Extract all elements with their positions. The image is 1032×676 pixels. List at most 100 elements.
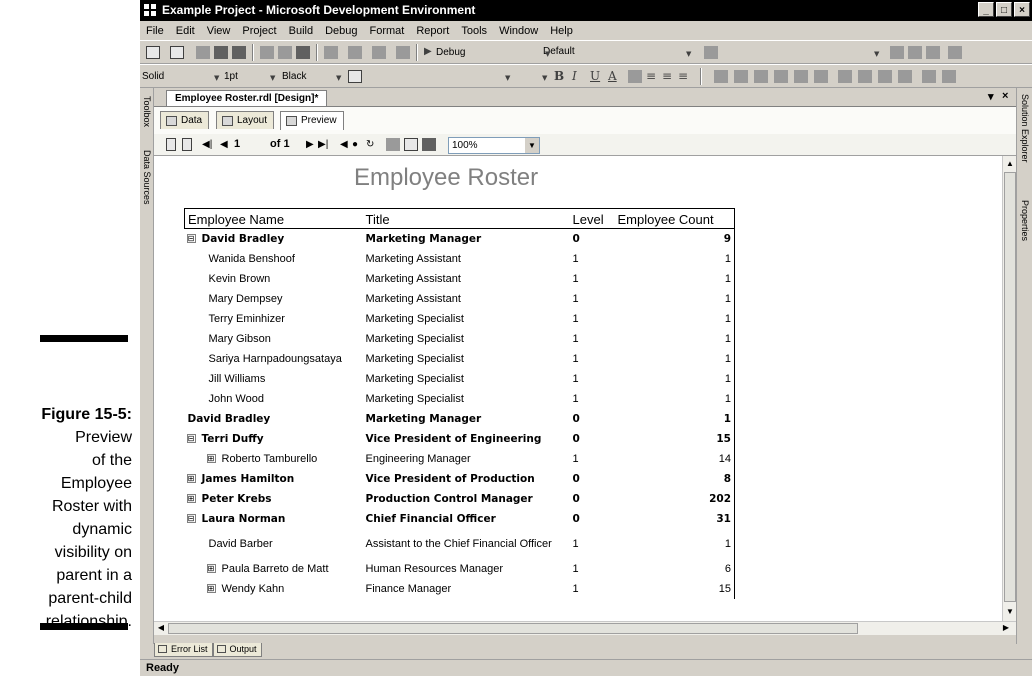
same-width-icon[interactable] [838, 70, 852, 83]
next-page-icon[interactable]: ▶ [306, 139, 314, 150]
font-color-icon[interactable]: A [608, 69, 617, 83]
align-middles-icon[interactable] [794, 70, 808, 83]
document-map-icon[interactable] [166, 138, 176, 151]
parameters-icon[interactable] [182, 138, 192, 151]
redo-icon[interactable] [348, 46, 362, 59]
menu-file[interactable]: File [146, 25, 164, 37]
add-item-icon[interactable] [170, 46, 184, 59]
window-position-icon[interactable]: ▾ [988, 90, 994, 103]
close-document-icon[interactable]: × [1002, 90, 1008, 102]
object-browser-icon[interactable] [948, 46, 962, 59]
solution-config-label[interactable]: Debug [436, 44, 465, 61]
menu-window[interactable]: Window [499, 25, 538, 37]
align-centers-icon[interactable] [734, 70, 748, 83]
navigate-back-icon[interactable] [372, 46, 386, 59]
find-combo[interactable] [724, 44, 876, 61]
menu-report[interactable]: Report [416, 25, 449, 37]
undo-icon[interactable] [324, 46, 338, 59]
tab-output[interactable]: Output [212, 643, 262, 657]
find-icon[interactable] [704, 46, 718, 59]
export-icon[interactable] [422, 138, 436, 151]
solution-explorer-icon[interactable] [890, 46, 904, 59]
align-center-icon[interactable]: ≡ [662, 69, 672, 83]
back-icon[interactable]: ◀ [340, 139, 348, 150]
app-icon[interactable] [144, 4, 157, 17]
find-dropdown-arrow[interactable]: ▼ [874, 49, 879, 58]
new-project-icon[interactable] [146, 46, 160, 59]
zoom-dropdown-arrow[interactable]: ▼ [525, 138, 539, 153]
expand-toggle-icon[interactable]: ⊞ [206, 584, 216, 594]
scroll-up-icon[interactable]: ▲ [1004, 158, 1016, 170]
horizontal-scroll-thumb[interactable] [168, 623, 858, 634]
config-dropdown-arrow[interactable]: ▼ [545, 49, 550, 58]
start-icon[interactable]: ▶ [424, 46, 432, 57]
last-page-icon[interactable]: ▶| [318, 139, 328, 150]
toolbox-tab[interactable]: Toolbox [142, 96, 152, 127]
previous-page-icon[interactable]: ◀ [220, 139, 228, 150]
align-left-icon[interactable]: ≡ [646, 69, 656, 83]
align-bottoms-icon[interactable] [814, 70, 828, 83]
toolbox-icon[interactable] [926, 46, 940, 59]
horizontal-scrollbar[interactable]: ◀ ▶ [154, 621, 1016, 635]
fill-color-icon[interactable] [628, 70, 642, 83]
minimize-button[interactable]: _ [978, 2, 994, 17]
align-rights-icon[interactable] [754, 70, 768, 83]
border-width-combo[interactable]: 1pt [224, 68, 238, 85]
expand-toggle-icon[interactable]: ⊞ [186, 474, 196, 483]
underline-icon[interactable]: U [590, 69, 600, 83]
save-icon[interactable] [214, 46, 228, 59]
properties-icon[interactable] [908, 46, 922, 59]
vertical-scrollbar[interactable]: ▲ ▼ [1002, 156, 1016, 621]
tab-preview[interactable]: Preview [280, 111, 344, 130]
same-size-icon[interactable] [878, 70, 892, 83]
menu-project[interactable]: Project [242, 25, 276, 37]
border-color-combo[interactable]: Black [282, 68, 306, 85]
border-color-arrow[interactable]: ▼ [336, 73, 341, 82]
collapse-toggle-icon[interactable]: ⊟ [186, 514, 196, 523]
tab-layout[interactable]: Layout [216, 111, 275, 129]
refresh-icon[interactable]: ↻ [366, 139, 374, 150]
menu-format[interactable]: Format [370, 25, 405, 37]
print-icon[interactable] [386, 138, 400, 151]
cut-icon[interactable] [260, 46, 274, 59]
size-to-grid-icon[interactable] [898, 70, 912, 83]
platform-dropdown-arrow[interactable]: ▼ [686, 49, 691, 58]
same-height-icon[interactable] [858, 70, 872, 83]
tab-error-list[interactable]: Error List [154, 643, 213, 657]
properties-tab[interactable]: Properties [1020, 200, 1030, 241]
font-size-arrow[interactable]: ▼ [542, 73, 547, 82]
open-icon[interactable] [196, 46, 210, 59]
vertical-spacing-icon[interactable] [942, 70, 956, 83]
menu-edit[interactable]: Edit [176, 25, 195, 37]
data-sources-tab[interactable]: Data Sources [142, 150, 152, 205]
menu-view[interactable]: View [207, 25, 231, 37]
borders-icon[interactable] [348, 70, 362, 83]
italic-icon[interactable]: I [572, 69, 577, 83]
maximize-button[interactable]: □ [996, 2, 1012, 17]
horizontal-spacing-icon[interactable] [922, 70, 936, 83]
zoom-combo[interactable]: 100% ▼ [448, 137, 540, 154]
scroll-left-icon[interactable]: ◀ [155, 622, 167, 634]
tab-data[interactable]: Data [160, 111, 210, 129]
menu-build[interactable]: Build [289, 25, 313, 37]
print-layout-icon[interactable] [404, 138, 418, 151]
document-tab[interactable]: Employee Roster.rdl [Design]* [166, 90, 328, 106]
current-page-input[interactable]: 1 [232, 138, 262, 152]
scroll-down-icon[interactable]: ▼ [1004, 606, 1016, 618]
first-page-icon[interactable]: ◀| [202, 139, 212, 150]
collapse-toggle-icon[interactable]: ⊟ [186, 234, 196, 244]
align-tops-icon[interactable] [774, 70, 788, 83]
menu-help[interactable]: Help [550, 25, 573, 37]
border-style-combo[interactable]: Solid [142, 68, 164, 85]
bold-icon[interactable]: B [554, 69, 564, 83]
solution-explorer-tab[interactable]: Solution Explorer [1020, 94, 1030, 163]
align-right-icon[interactable]: ≡ [678, 69, 688, 83]
menu-debug[interactable]: Debug [325, 25, 357, 37]
navigate-forward-icon[interactable] [396, 46, 410, 59]
align-lefts-icon[interactable] [714, 70, 728, 83]
close-button[interactable]: × [1014, 2, 1030, 17]
save-all-icon[interactable] [232, 46, 246, 59]
platform-combo[interactable]: Default [540, 44, 690, 61]
expand-toggle-icon[interactable]: ⊞ [186, 494, 196, 503]
border-width-arrow[interactable]: ▼ [270, 73, 275, 82]
